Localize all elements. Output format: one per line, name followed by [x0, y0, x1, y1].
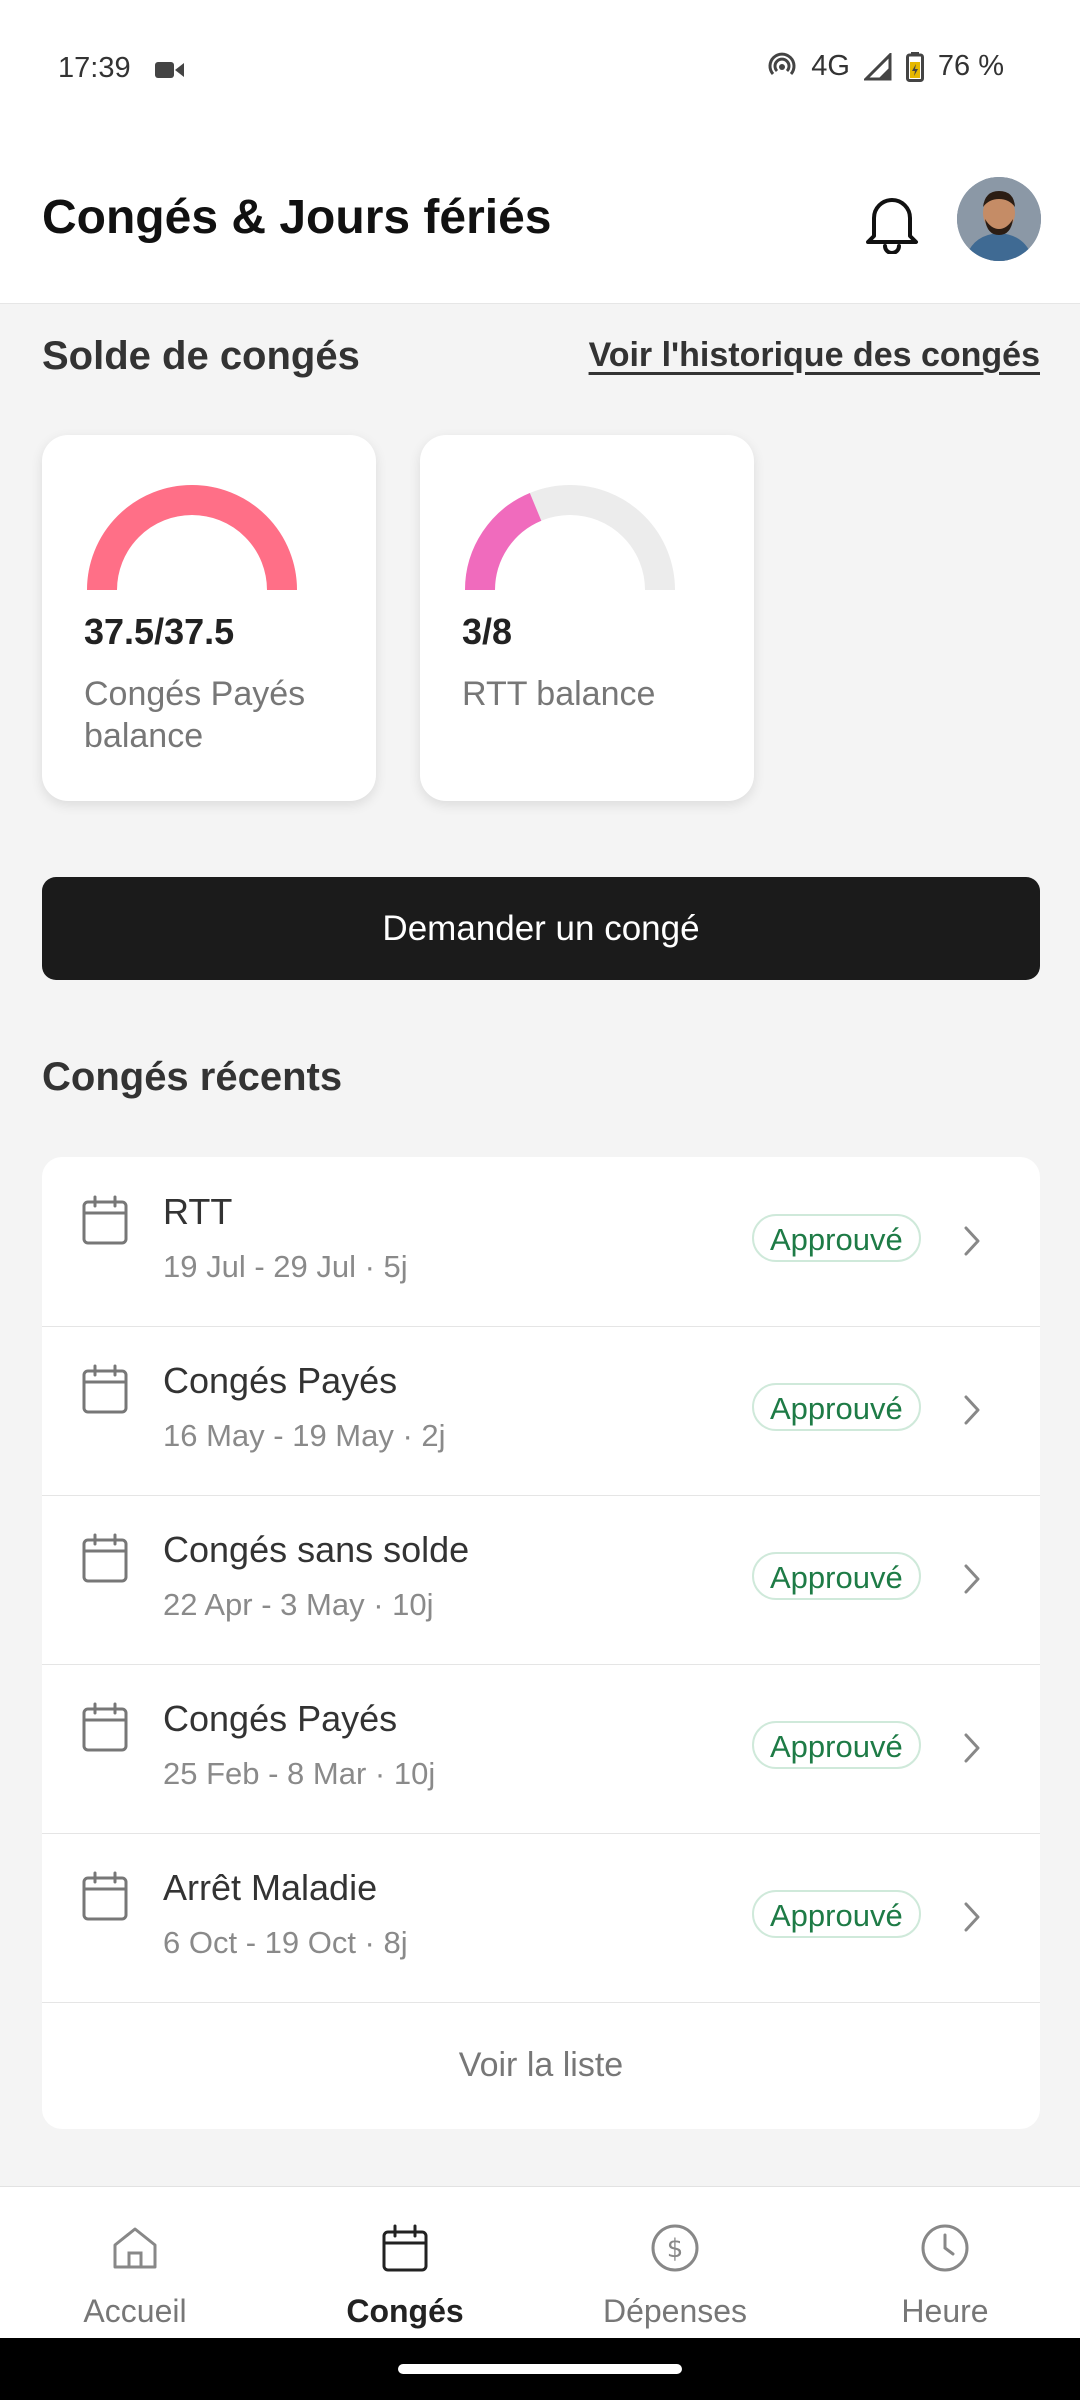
status-badge: Approuvé: [752, 1721, 921, 1769]
leave-type: Congés Payés: [163, 1698, 398, 1739]
balance-value: 3/8: [462, 611, 513, 652]
app-header: Congés & Jours fériés: [0, 140, 1080, 304]
nav-label: Congés: [346, 2293, 464, 2329]
battery-icon: [905, 51, 924, 82]
chevron-right-icon: [964, 1395, 980, 1425]
dollar-icon: $: [651, 2224, 699, 2272]
leave-dates: 25 Feb - 8 Mar · 10j: [163, 1756, 436, 1791]
leave-type: Congés Payés: [163, 1360, 398, 1401]
calendar-icon: [82, 1195, 128, 1245]
balance-card-conges-payes[interactable]: 37.5/37.5 Congés Payés balance: [42, 435, 376, 801]
balance-section-title: Solde de congés: [42, 334, 360, 378]
leave-dates: 22 Apr - 3 May · 10j: [163, 1587, 434, 1622]
status-bar: 17:39 4G 76 %: [0, 0, 1080, 140]
list-item[interactable]: Congés sans solde 22 Apr - 3 May · 10j A…: [42, 1495, 1040, 1665]
chevron-right-icon: [964, 1902, 980, 1932]
balance-value: 37.5/37.5: [84, 611, 235, 652]
balance-label: RTT balance: [462, 675, 656, 713]
balance-card-rtt[interactable]: 3/8 RTT balance: [420, 435, 754, 801]
home-icon: [113, 2227, 157, 2269]
balance-label: Congés Payés balance: [84, 675, 306, 755]
nav-item-heure[interactable]: Heure: [810, 2187, 1080, 2339]
calendar-icon: [82, 1364, 128, 1414]
nav-label: Heure: [901, 2293, 989, 2329]
recent-leaves-list: RTT 19 Jul - 29 Jul · 5j Approuvé Congés…: [42, 1157, 1040, 2129]
status-time: 17:39: [58, 52, 131, 84]
history-link[interactable]: Voir l'historique des congés: [589, 336, 1040, 375]
gesture-bar: [0, 2338, 1080, 2400]
signal-icon: [863, 52, 892, 80]
calendar-icon: [82, 1871, 128, 1921]
leave-dates: 19 Jul - 29 Jul · 5j: [163, 1249, 408, 1284]
request-leave-button[interactable]: Demander un congé: [42, 877, 1040, 980]
status-badge: Approuvé: [752, 1890, 921, 1938]
leave-type: Arrêt Maladie: [163, 1867, 378, 1908]
leave-type: RTT: [163, 1191, 233, 1232]
calendar-icon: [82, 1702, 128, 1752]
nav-item-depenses[interactable]: $ Dépenses: [540, 2187, 810, 2339]
list-item[interactable]: Arrêt Maladie 6 Oct - 19 Oct · 8j Approu…: [42, 1833, 1040, 2003]
list-item[interactable]: Congés Payés 25 Feb - 8 Mar · 10j Approu…: [42, 1664, 1040, 1834]
status-badge: Approuvé: [752, 1383, 921, 1431]
list-item[interactable]: RTT 19 Jul - 29 Jul · 5j Approuvé: [42, 1157, 1040, 1327]
battery-percent: 76 %: [937, 50, 1004, 82]
video-camera-icon: [155, 62, 184, 78]
list-item[interactable]: Congés Payés 16 May - 19 May · 2j Approu…: [42, 1326, 1040, 1496]
nav-label: Accueil: [83, 2293, 187, 2329]
leave-dates: 16 May - 19 May · 2j: [163, 1418, 446, 1453]
hotspot-icon: [768, 52, 796, 75]
home-gesture-handle[interactable]: [398, 2364, 682, 2374]
chevron-right-icon: [964, 1733, 980, 1763]
leave-dates: 6 Oct - 19 Oct · 8j: [163, 1925, 408, 1960]
recent-section-title: Congés récents: [42, 1055, 343, 1099]
clock-icon: [921, 2224, 969, 2272]
status-badge: Approuvé: [752, 1552, 921, 1600]
see-list-button[interactable]: Voir la liste: [42, 2002, 1040, 2129]
notification-bell-icon[interactable]: [862, 190, 922, 254]
bottom-nav: Accueil Congés $ Dépenses Heure: [0, 2186, 1080, 2339]
leave-type: Congés sans solde: [163, 1529, 470, 1570]
calendar-icon: [82, 1533, 128, 1583]
status-badge: Approuvé: [752, 1214, 921, 1262]
nav-label: Dépenses: [602, 2293, 748, 2329]
svg-text:$: $: [667, 2234, 684, 2264]
chevron-right-icon: [964, 1564, 980, 1594]
balance-gauge: [87, 485, 297, 591]
nav-item-accueil[interactable]: Accueil: [0, 2187, 270, 2339]
avatar[interactable]: [957, 177, 1041, 261]
calendar-icon: [382, 2224, 428, 2272]
nav-item-conges[interactable]: Congés: [270, 2187, 540, 2339]
network-type: 4G: [811, 50, 850, 82]
status-indicators: 4G 76 %: [767, 50, 1004, 83]
page-title: Congés & Jours fériés: [42, 191, 552, 244]
chevron-right-icon: [964, 1226, 980, 1256]
avatar-photo: [957, 177, 1041, 261]
balance-gauge: [465, 485, 675, 591]
